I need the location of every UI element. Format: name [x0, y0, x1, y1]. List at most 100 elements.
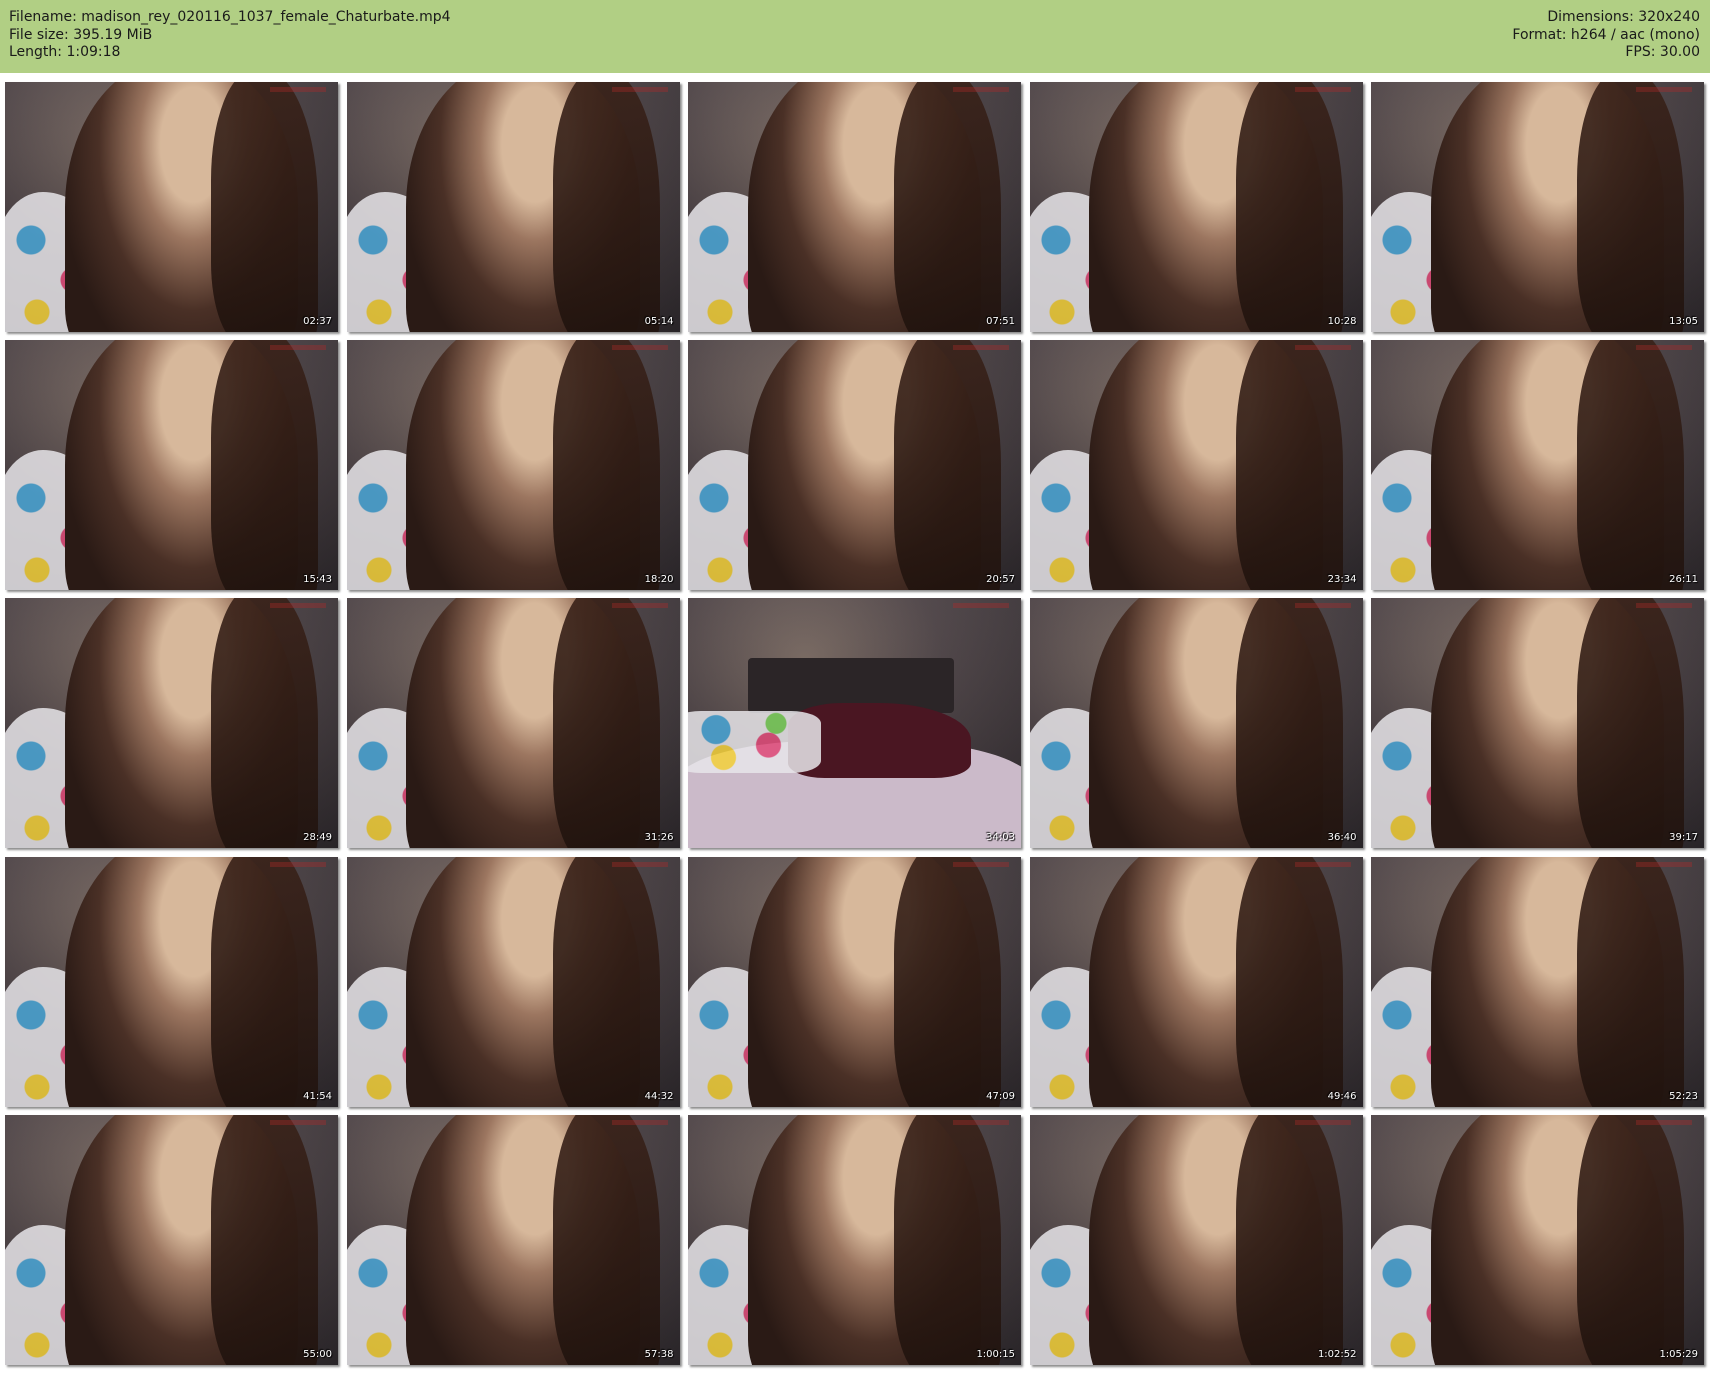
frame-hair — [894, 1114, 1002, 1365]
frame-hair — [552, 856, 660, 1107]
timestamp-label: 41:54 — [303, 1090, 332, 1102]
thumbnail-frame — [688, 1114, 1021, 1365]
video-thumbnail[interactable]: 13:05 — [1371, 82, 1704, 332]
info-header: Filename: madison_rey_020116_1037_female… — [0, 0, 1710, 73]
timestamp-label: 28:49 — [303, 832, 332, 844]
video-thumbnail[interactable]: 41:54 — [5, 856, 338, 1107]
thumbnail-frame — [1371, 856, 1704, 1107]
frame-hair — [894, 82, 1002, 332]
frame-hair — [1235, 856, 1343, 1107]
thumbnail-frame — [1029, 340, 1363, 591]
thumbnail-frame — [688, 598, 1021, 849]
timestamp-label: 02:37 — [303, 316, 332, 327]
frame-blanket — [688, 710, 822, 774]
timestamp-label: 26:11 — [1669, 574, 1698, 586]
video-thumbnail[interactable]: 05:14 — [346, 82, 680, 332]
video-thumbnail[interactable]: 10:28 — [1029, 82, 1363, 332]
timestamp-label: 20:57 — [986, 574, 1015, 586]
video-thumbnail[interactable]: 1:00:15 — [688, 1114, 1021, 1365]
frame-hair — [1577, 82, 1685, 332]
video-thumbnail[interactable]: 26:11 — [1371, 340, 1704, 591]
timestamp-label: 18:20 — [644, 574, 674, 586]
watermark-mark — [611, 861, 668, 867]
frame-hair — [552, 82, 660, 332]
fps-text: FPS: 30.00 — [1625, 44, 1700, 60]
timestamp-label: 57:38 — [644, 1348, 674, 1360]
length-text: Length: 1:09:18 — [9, 44, 121, 60]
frame-hair — [1235, 598, 1343, 849]
video-thumbnail[interactable]: 28:49 — [5, 598, 338, 849]
watermark-mark — [1636, 87, 1692, 92]
video-thumbnail[interactable]: 52:23 — [1371, 856, 1704, 1107]
timestamp-label: 36:40 — [1327, 832, 1357, 844]
timestamp-label: 10:28 — [1327, 316, 1357, 327]
thumbnail-frame — [346, 1114, 680, 1365]
timestamp-label: 49:46 — [1327, 1090, 1357, 1102]
video-thumbnail[interactable]: 55:00 — [5, 1114, 338, 1365]
thumbnail-frame — [1371, 598, 1704, 849]
timestamp-label: 44:32 — [644, 1090, 674, 1102]
watermark-mark — [611, 1119, 668, 1125]
video-thumbnail[interactable]: 49:46 — [1029, 856, 1363, 1107]
frame-hair — [894, 340, 1002, 591]
thumbnail-frame — [346, 598, 680, 849]
video-thumbnail[interactable]: 44:32 — [346, 856, 680, 1107]
filesize-text: File size: 395.19 MiB — [9, 26, 153, 43]
frame-hair — [552, 340, 660, 591]
frame-hair — [211, 340, 319, 591]
video-thumbnail[interactable]: 34:03 — [688, 598, 1021, 849]
video-thumbnail[interactable]: 39:17 — [1371, 598, 1704, 849]
thumbnail-frame — [1029, 82, 1363, 332]
frame-hair — [211, 856, 319, 1107]
watermark-mark — [1294, 1119, 1351, 1125]
thumbnail-frame — [5, 340, 338, 591]
video-thumbnail[interactable]: 20:57 — [688, 340, 1021, 591]
file-info: Filename: madison_rey_020116_1037_female… — [9, 9, 451, 62]
video-thumbnail[interactable]: 02:37 — [5, 82, 338, 332]
video-thumbnail[interactable]: 47:09 — [688, 856, 1021, 1107]
timestamp-label: 1:05:29 — [1659, 1348, 1698, 1360]
timestamp-label: 47:09 — [986, 1090, 1015, 1102]
video-thumbnail[interactable]: 15:43 — [5, 340, 338, 591]
watermark-mark — [270, 1119, 326, 1125]
watermark-mark — [953, 861, 1009, 867]
stream-info: Dimensions: 320x240 Format: h264 / aac (… — [1512, 9, 1700, 62]
frame-hair — [211, 1114, 319, 1365]
watermark-mark — [1294, 345, 1351, 351]
video-thumbnail[interactable]: 1:05:29 — [1371, 1114, 1704, 1365]
thumbnail-frame — [5, 598, 338, 849]
watermark-mark — [1294, 861, 1351, 867]
timestamp-label: 31:26 — [644, 832, 674, 844]
timestamp-label: 15:43 — [303, 574, 332, 586]
watermark-mark — [270, 87, 326, 92]
format-text: Format: h264 / aac (mono) — [1512, 26, 1700, 43]
watermark-mark — [1294, 87, 1351, 92]
watermark-mark — [1636, 861, 1692, 867]
watermark-mark — [270, 603, 326, 609]
watermark-mark — [270, 345, 326, 351]
video-thumbnail[interactable]: 07:51 — [688, 82, 1021, 332]
thumbnail-frame — [346, 340, 680, 591]
video-thumbnail[interactable]: 36:40 — [1029, 598, 1363, 849]
watermark-mark — [953, 345, 1009, 351]
thumbnail-frame — [5, 856, 338, 1107]
video-thumbnail[interactable]: 31:26 — [346, 598, 680, 849]
timestamp-label: 07:51 — [986, 316, 1015, 327]
video-thumbnail[interactable]: 1:02:52 — [1029, 1114, 1363, 1365]
video-thumbnail[interactable]: 18:20 — [346, 340, 680, 591]
frame-hair — [1577, 340, 1685, 591]
frame-hair — [1235, 340, 1343, 591]
frame-hair — [552, 598, 660, 849]
frame-hair — [1235, 82, 1343, 332]
thumbnail-grid: 02:37 05:14 07:51 10:28 13:05 15:43 18:20 20:57… — [5, 82, 1705, 1369]
video-thumbnail[interactable]: 57:38 — [346, 1114, 680, 1365]
thumbnail-frame — [5, 1114, 338, 1365]
watermark-mark — [611, 87, 668, 92]
thumbnail-frame — [1371, 340, 1704, 591]
frame-hair — [552, 1114, 660, 1365]
frame-hair — [1235, 1114, 1343, 1365]
watermark-mark — [1636, 345, 1692, 351]
thumbnail-frame — [1371, 82, 1704, 332]
video-thumbnail[interactable]: 23:34 — [1029, 340, 1363, 591]
thumbnail-frame — [688, 340, 1021, 591]
